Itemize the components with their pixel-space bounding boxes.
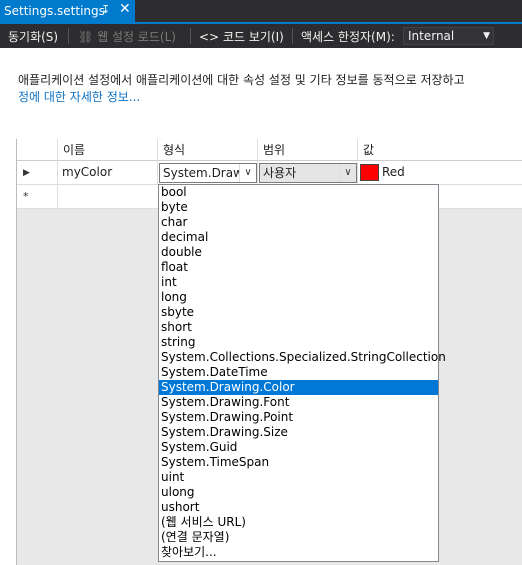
description-text: 애플리케이션 설정에서 애플리케이션에 대한 속성 설정 및 기타 정보를 동적… bbox=[18, 73, 465, 87]
dropdown-option[interactable]: bool bbox=[159, 185, 438, 200]
column-header-scope[interactable]: 범위 bbox=[258, 139, 358, 161]
cell-scope: 사용자 ∨ bbox=[258, 161, 358, 185]
tab-settings-settings[interactable]: Settings.settings ↧ ✕ bbox=[0, 0, 135, 22]
cell-name[interactable]: myColor bbox=[58, 161, 158, 185]
view-code-label: 코드 보기(I) bbox=[222, 30, 284, 44]
access-modifier-value: Internal bbox=[408, 29, 455, 43]
new-row-indicator: * bbox=[17, 185, 58, 209]
dropdown-option[interactable]: (웹 서비스 URL) bbox=[159, 515, 438, 530]
current-row-indicator: ▶ bbox=[17, 161, 58, 185]
dropdown-option[interactable]: decimal bbox=[159, 230, 438, 245]
sync-button[interactable]: 동기화(S) bbox=[8, 28, 58, 45]
pin-icon[interactable]: ↧ bbox=[101, 3, 110, 16]
dropdown-option[interactable]: float bbox=[159, 260, 438, 275]
access-modifier-combo[interactable]: Internal ▼ bbox=[403, 27, 494, 45]
value-text: Red bbox=[382, 165, 405, 179]
dropdown-option[interactable]: double bbox=[159, 245, 438, 260]
tab-title: Settings.settings bbox=[4, 4, 105, 18]
type-combo[interactable]: System.Drawing.Color ∨ bbox=[159, 163, 257, 183]
chevron-down-icon: ∨ bbox=[239, 164, 256, 182]
web-settings-icon: ⛓ bbox=[78, 30, 94, 44]
dropdown-option[interactable]: System.Guid bbox=[159, 440, 438, 455]
dropdown-option[interactable]: (연결 문자열) bbox=[159, 530, 438, 545]
type-dropdown-list[interactable]: bool byte char decimal double float int long sby… bbox=[158, 184, 446, 562]
more-info-link[interactable]: 정에 대한 자세한 정보... bbox=[18, 89, 140, 105]
dropdown-option[interactable]: uint bbox=[159, 470, 438, 485]
dropdown-option[interactable]: System.DateTime bbox=[159, 365, 438, 380]
dropdown-option[interactable]: System.Drawing.Color bbox=[159, 380, 438, 395]
dropdown-option[interactable]: System.Drawing.Point bbox=[159, 410, 438, 425]
table-row[interactable]: ▶ myColor System.Drawing.Color ∨ 사용자 ∨ R… bbox=[17, 161, 522, 185]
toolbar-separator bbox=[68, 28, 69, 44]
dropdown-option[interactable]: byte bbox=[159, 200, 438, 215]
web-load-label: 웹 설정 로드(L) bbox=[97, 30, 176, 44]
cell-type: System.Drawing.Color ∨ bbox=[158, 161, 258, 185]
web-load-button[interactable]: ⛓ 웹 설정 로드(L) bbox=[78, 28, 176, 45]
code-icon: <> bbox=[199, 30, 220, 44]
close-icon[interactable]: ✕ bbox=[119, 1, 131, 17]
scope-value: 사용자 bbox=[263, 166, 297, 180]
chevron-down-icon: ∨ bbox=[339, 164, 356, 182]
dropdown-option[interactable]: string bbox=[159, 335, 438, 350]
color-swatch bbox=[360, 164, 379, 181]
dropdown-option[interactable]: System.Drawing.Font bbox=[159, 395, 438, 410]
row-header-column bbox=[17, 139, 58, 161]
settings-toolbar: 동기화(S) ⛓ 웹 설정 로드(L) <> 코드 보기(I) 액세스 한정자(… bbox=[0, 24, 522, 48]
dropdown-option[interactable]: ushort bbox=[159, 500, 438, 515]
column-header-type[interactable]: 형식 bbox=[158, 139, 258, 161]
cell-value[interactable]: Red bbox=[358, 161, 522, 185]
dropdown-option[interactable]: ulong bbox=[159, 485, 438, 500]
dropdown-option[interactable]: sbyte bbox=[159, 305, 438, 320]
dropdown-option[interactable]: System.TimeSpan bbox=[159, 455, 438, 470]
scope-combo[interactable]: 사용자 ∨ bbox=[259, 163, 357, 183]
dropdown-option[interactable]: char bbox=[159, 215, 438, 230]
dropdown-option[interactable]: 찾아보기... bbox=[159, 545, 438, 560]
access-modifier-label: 액세스 한정자(M): bbox=[301, 30, 395, 44]
toolbar-separator bbox=[292, 28, 293, 44]
document-tab-strip: Settings.settings ↧ ✕ bbox=[0, 0, 522, 22]
dropdown-option[interactable]: System.Drawing.Size bbox=[159, 425, 438, 440]
chevron-down-icon: ▼ bbox=[483, 31, 490, 41]
dropdown-option[interactable]: System.Collections.Specialized.StringCol… bbox=[159, 350, 446, 365]
column-header-value[interactable]: 값 bbox=[358, 139, 522, 161]
dropdown-option[interactable]: int bbox=[159, 275, 438, 290]
dropdown-option[interactable]: short bbox=[159, 320, 438, 335]
dropdown-option[interactable]: long bbox=[159, 290, 438, 305]
toolbar-separator bbox=[190, 28, 191, 44]
view-code-button[interactable]: <> 코드 보기(I) bbox=[199, 28, 284, 45]
column-header-name[interactable]: 이름 bbox=[58, 139, 158, 161]
